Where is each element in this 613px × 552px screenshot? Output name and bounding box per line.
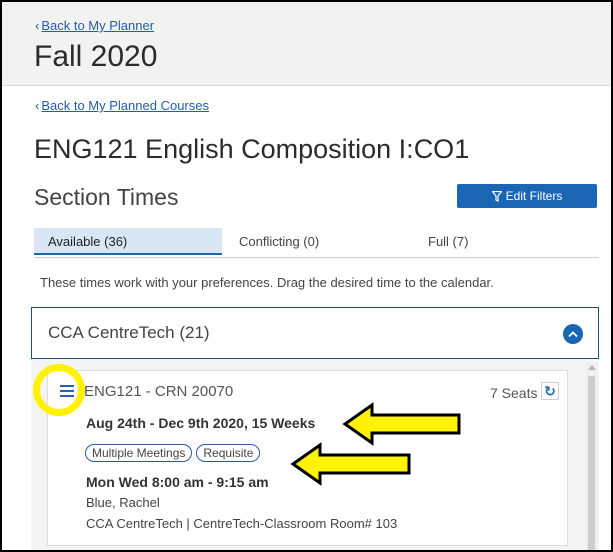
- section-dates: Aug 24th - Dec 9th 2020, 15 Weeks: [86, 415, 316, 431]
- filter-icon: [491, 190, 502, 202]
- scrollbar-thumb[interactable]: [588, 376, 595, 550]
- planner-window: ‹ Back to My Planner Fall 2020 ‹ Back to M…: [0, 0, 613, 552]
- meeting-time: Mon Wed 8:00 am - 9:15 am: [86, 474, 269, 490]
- campus-name: CCA CentreTech (21): [48, 323, 210, 342]
- tab-conflicting[interactable]: Conflicting (0): [237, 228, 399, 255]
- chevron-up-icon[interactable]: [563, 324, 583, 344]
- instructor-name: Blue, Rachel: [86, 495, 160, 510]
- section-location: CCA CentreTech | CentreTech-Classroom Ro…: [86, 516, 398, 531]
- section-card[interactable]: ENG121 - CRN 20070 7 Seats ↻ Aug 24th - …: [47, 370, 568, 546]
- refresh-icon[interactable]: ↻: [541, 382, 559, 400]
- back-to-planner-link[interactable]: ‹ Back to My Planner: [35, 18, 154, 33]
- preference-hint: These times work with your preferences. …: [40, 275, 494, 290]
- back-to-courses-label: Back to My Planned Courses: [41, 98, 209, 113]
- tabs-divider: [34, 257, 599, 258]
- seats-count: 7 Seats: [490, 385, 538, 401]
- back-to-planned-courses-link[interactable]: ‹ Back to My Planned Courses: [35, 98, 209, 113]
- back-to-planner-label: Back to My Planner: [41, 18, 155, 33]
- section-tags: Multiple Meetings Requisite: [85, 444, 261, 462]
- edit-filters-button[interactable]: Edit Filters: [457, 184, 597, 208]
- tab-available[interactable]: Available (36): [34, 228, 222, 255]
- chevron-left-icon: ‹: [35, 98, 40, 113]
- tag-multiple-meetings[interactable]: Multiple Meetings: [85, 444, 193, 462]
- tab-full[interactable]: Full (7): [428, 228, 548, 255]
- section-times-heading: Section Times: [34, 184, 179, 210]
- course-title: ENG121 English Composition I:CO1: [34, 134, 470, 164]
- section-crn-title: ENG121 - CRN 20070: [84, 383, 234, 400]
- drag-handle-icon[interactable]: [60, 385, 74, 397]
- scroll-up-arrow-icon[interactable]: [588, 365, 596, 370]
- section-tabs: Available (36) Conflicting (0) Full (7): [34, 228, 599, 255]
- edit-filters-label: Edit Filters: [505, 189, 563, 203]
- campus-group-header[interactable]: CCA CentreTech (21): [31, 307, 599, 359]
- chevron-left-icon: ‹: [35, 18, 40, 33]
- term-title: Fall 2020: [34, 40, 158, 73]
- tag-requisite[interactable]: Requisite: [196, 444, 261, 462]
